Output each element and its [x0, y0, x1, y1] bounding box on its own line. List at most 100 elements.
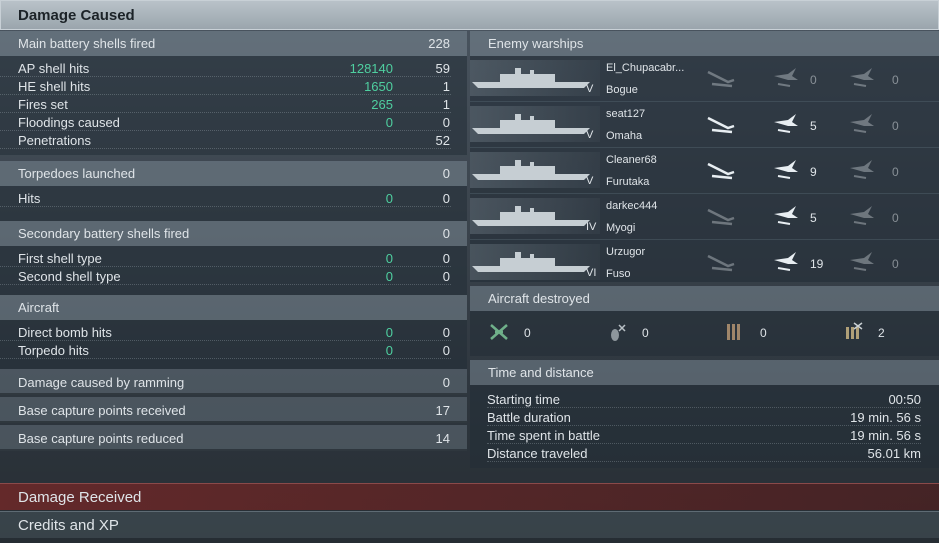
- main-battery-value: 228: [428, 36, 450, 51]
- shell-hit-count: 9: [810, 165, 817, 179]
- ship-silhouette: [470, 106, 600, 142]
- rockets-icon: [727, 324, 740, 340]
- time-label: Battle duration: [487, 410, 571, 425]
- ship-silhouette: [470, 152, 600, 188]
- time-value: 19 min. 56 s: [850, 410, 921, 425]
- torpedoes-header: Torpedoes launched 0: [0, 161, 467, 186]
- ship-name: Myogi: [606, 222, 636, 234]
- capture-received-row: Base capture points received 17: [0, 397, 467, 423]
- aircraft-destroyed-title: Aircraft destroyed: [488, 291, 590, 306]
- credits-xp-tab[interactable]: Credits and XP: [0, 511, 939, 538]
- stat-value: 1: [442, 97, 450, 112]
- enemy-ship-row[interactable]: V Cleaner68 Furutaka 9 0: [470, 148, 939, 194]
- time-value: 19 min. 56 s: [850, 428, 921, 443]
- stat-label: Fires set: [18, 97, 68, 112]
- stat-damage: 0: [385, 191, 393, 206]
- time-label: Time spent in battle: [487, 428, 600, 443]
- shell-hit-icon: [772, 66, 802, 90]
- bombers-destroyed-value: 0: [642, 326, 649, 340]
- secondary-hit-count: 0: [892, 257, 899, 271]
- stat-value: 0: [442, 191, 450, 206]
- enemy-ship-row[interactable]: VI Urzugor Fuso 19 0: [470, 240, 939, 282]
- capture-reduced-value: 14: [435, 431, 450, 446]
- secondary-title: Secondary battery shells fired: [18, 226, 190, 241]
- shell-hit-icon: [772, 204, 802, 228]
- time-in-battle-row: Time spent in battle 19 min. 56 s: [487, 426, 921, 444]
- aircraft-destroyed-body: 0 0 0 2: [470, 311, 939, 356]
- main-battery-header: Main battery shells fired 228: [0, 31, 467, 56]
- enemy-warships-header: Enemy warships: [470, 31, 939, 56]
- secondary-header: Secondary battery shells fired 0: [0, 221, 467, 246]
- stat-damage: 0: [385, 325, 393, 340]
- ship-sunk-icon: [706, 112, 736, 136]
- stat-damage: 1650: [364, 79, 393, 94]
- ship-tier: V: [586, 175, 594, 187]
- player-name: Cleaner68: [606, 154, 657, 166]
- stat-value: 59: [435, 61, 450, 76]
- capture-received-label: Base capture points received: [18, 403, 186, 418]
- capture-received-value: 17: [435, 403, 450, 418]
- shell-hit-count: 5: [810, 211, 817, 225]
- ship-tier: IV: [586, 221, 597, 233]
- stat-label: Torpedo hits: [18, 343, 89, 358]
- stat-label: Second shell type: [18, 269, 121, 284]
- capture-reduced-label: Base capture points reduced: [18, 431, 184, 446]
- secondary-hit-count: 0: [892, 165, 899, 179]
- ramming-label: Damage caused by ramming: [18, 375, 185, 390]
- torpedoes-body: Hits 0 0: [0, 186, 467, 221]
- page-title-text: Damage Caused: [18, 7, 135, 24]
- secondary-hit-icon: [848, 158, 878, 182]
- player-name: Urzugor: [606, 246, 646, 258]
- time-distance-header: Time and distance: [470, 360, 939, 385]
- stat-value: 1: [442, 79, 450, 94]
- secondary-hit-count: 0: [892, 211, 899, 225]
- stat-label: First shell type: [18, 251, 102, 266]
- aircraft-body: Direct bomb hits 0 0 Torpedo hits 0 0: [0, 320, 467, 369]
- stat-row-torpedo-hits: Hits 0 0: [0, 189, 451, 207]
- page-title: Damage Caused: [0, 0, 939, 30]
- main-battery-body: AP shell hits 128140 59 HE shell hits 1650 1…: [0, 56, 467, 155]
- stat-label: AP shell hits: [18, 61, 90, 76]
- secondary-hit-icon: [848, 204, 878, 228]
- stat-value: 0: [442, 251, 450, 266]
- player-name: seat127: [606, 108, 646, 120]
- distance-row: Distance traveled 56.01 km: [487, 444, 921, 462]
- stat-damage: 0: [385, 115, 393, 130]
- enemy-ship-row[interactable]: V El_Chupacabr... Bogue 0 0: [470, 56, 939, 102]
- secondary-hit-count: 0: [892, 73, 899, 87]
- fighters-destroyed-value: 0: [524, 326, 531, 340]
- main-battery-title: Main battery shells fired: [18, 36, 156, 51]
- stat-row-bomb-hits: Direct bomb hits 0 0: [0, 323, 451, 341]
- stat-row-torpedo-bomber-hits: Torpedo hits 0 0: [0, 341, 451, 359]
- starting-time-row: Starting time 00:50: [487, 390, 921, 408]
- ship-name: Omaha: [606, 130, 643, 142]
- stat-label: Floodings caused: [18, 115, 120, 130]
- stat-row-he-hits: HE shell hits 1650 1: [0, 77, 451, 95]
- ship-silhouette: [470, 60, 600, 96]
- stat-damage: 0: [385, 251, 393, 266]
- stat-value: 0: [442, 269, 450, 284]
- secondary-body: First shell type 0 0 Second shell type 0 0: [0, 246, 467, 295]
- torpedoes-value: 0: [442, 166, 450, 181]
- aircraft-title: Aircraft: [18, 300, 60, 315]
- damage-received-label: Damage Received: [18, 489, 142, 506]
- enemy-ship-row[interactable]: Vseat127 Omaha 5 0: [470, 102, 939, 148]
- damage-received-tab[interactable]: Damage Received: [0, 483, 939, 510]
- secondary-value: 0: [442, 226, 450, 241]
- ship-sunk-icon: [706, 158, 736, 182]
- credits-xp-label: Credits and XP: [18, 517, 119, 534]
- shell-hit-count: 19: [810, 257, 824, 271]
- shell-hit-icon: [772, 250, 802, 274]
- enemy-ship-row[interactable]: IV darkec444 Myogi 5 0: [470, 194, 939, 240]
- stat-row-floodings: Floodings caused 0 0: [0, 113, 451, 131]
- rockets-destroyed-value: 0: [760, 326, 767, 340]
- stat-damage: 128140: [349, 61, 393, 76]
- time-value: 56.01 km: [867, 446, 921, 461]
- enemy-warships-list[interactable]: V El_Chupacabr... Bogue 0 0 Vseat127 Omaha 5 0 V C…: [470, 56, 939, 282]
- time-label: Distance traveled: [487, 446, 588, 461]
- stat-value: 52: [435, 133, 450, 148]
- ship-silhouette: [470, 198, 600, 234]
- damage-stats-column: Main battery shells fired 228 AP shell h…: [0, 31, 467, 451]
- secondary-hit-icon: [848, 250, 878, 274]
- stat-row-second-shell: Second shell type 0 0: [0, 267, 451, 285]
